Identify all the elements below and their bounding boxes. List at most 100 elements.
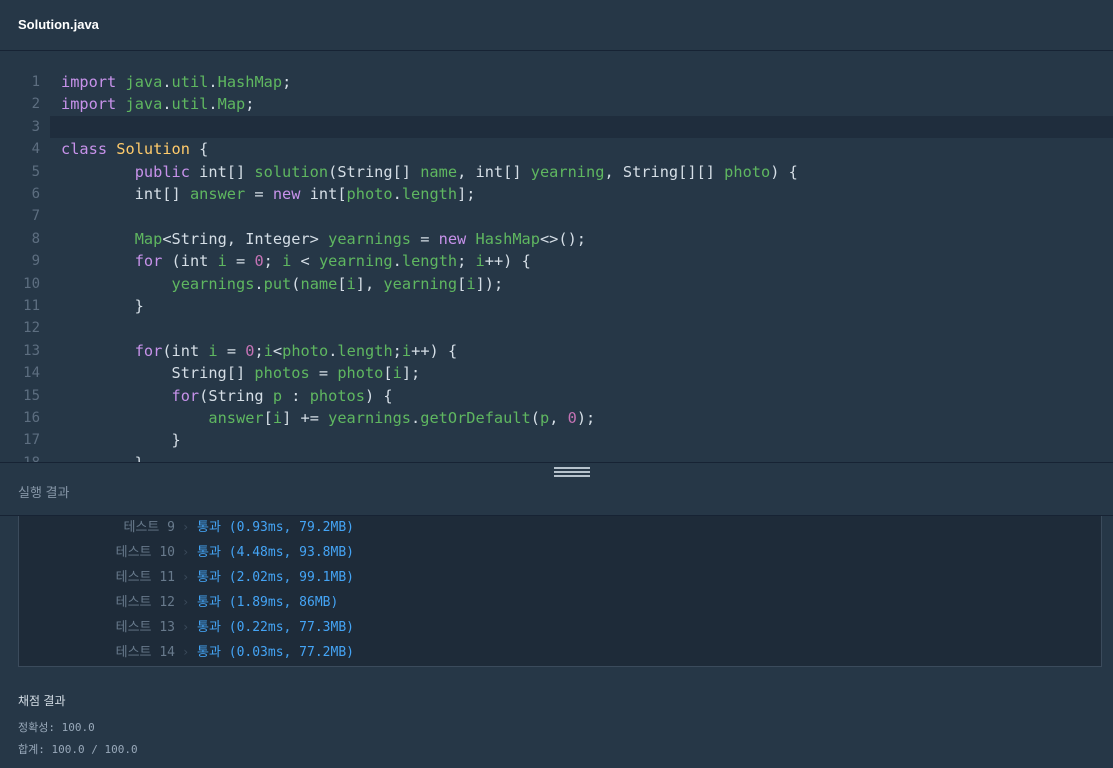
- line-number: 11: [23, 298, 40, 314]
- line-number: 5: [31, 163, 40, 180]
- code-line[interactable]: 6 int[] answer = new int[photo.length];: [0, 183, 1113, 205]
- test-result-row[interactable]: 테스트 14 › 통과 (0.03ms, 77.2MB): [19, 640, 1101, 665]
- code-token: :: [282, 386, 310, 405]
- code-token: ++) {: [484, 252, 531, 271]
- code-token: <String, Integer>: [162, 229, 329, 248]
- code-token: put: [263, 274, 292, 293]
- code-token: ],: [355, 274, 384, 293]
- code-token: i: [466, 274, 476, 293]
- code-line[interactable]: 9 for (int i = 0; i < yearning.length; i…: [0, 250, 1113, 272]
- code-token: <: [291, 252, 319, 271]
- code-token: for: [134, 341, 163, 360]
- code-line[interactable]: 16 answer[i] += yearnings.getOrDefault(p…: [0, 407, 1113, 429]
- code-text: for (int i = 0; i < yearning.length; i++…: [61, 250, 531, 272]
- code-token: <>();: [539, 229, 587, 248]
- code-token: Solution: [116, 140, 190, 159]
- code-line[interactable]: 18 }: [0, 452, 1113, 462]
- code-token: ];: [401, 364, 421, 383]
- code-token: ;: [263, 252, 283, 271]
- test-result-row[interactable]: 테스트 10 › 통과 (4.48ms, 93.8MB): [19, 540, 1101, 565]
- chevron-right-icon: ›: [182, 620, 190, 634]
- code-token: HashMap: [475, 229, 540, 248]
- code-token: for: [171, 386, 200, 405]
- code-token: i: [346, 274, 356, 293]
- line-number: 17: [23, 432, 40, 449]
- code-token: ;: [254, 341, 264, 360]
- chevron-right-icon: ›: [182, 520, 190, 534]
- test-result-row[interactable]: 테스트 13 › 통과 (0.22ms, 77.3MB): [19, 615, 1101, 640]
- test-result-value: 통과 (4.48ms, 93.8MB): [197, 545, 354, 560]
- code-token: ] +=: [282, 409, 329, 427]
- panel-resizer[interactable]: 실행 결과: [0, 462, 1113, 516]
- score-section: 채점 결과 정확성: 100.0 합계: 100.0 / 100.0: [18, 692, 138, 765]
- line-number: 3: [31, 118, 40, 135]
- code-line[interactable]: 8 Map<String, Integer> yearnings = new H…: [0, 228, 1113, 250]
- line-number: 8: [31, 230, 40, 247]
- code-line[interactable]: 11 }: [0, 295, 1113, 317]
- code-token: }: [61, 297, 144, 315]
- code-token: (int: [162, 252, 218, 271]
- code-line[interactable]: 1 import java.util.HashMap;: [0, 71, 1113, 93]
- code-token: =: [309, 364, 338, 383]
- code-token: java: [125, 73, 163, 91]
- test-result-value: 통과 (0.93ms, 79.2MB): [197, 520, 354, 535]
- code-token: HashMap: [217, 73, 283, 91]
- code-token: yearning: [383, 274, 458, 293]
- result-panel-title: 실행 결과: [18, 485, 70, 500]
- code-token: photo: [346, 185, 393, 203]
- line-number: 2: [31, 96, 40, 113]
- test-result-value: 통과 (1.89ms, 86MB): [197, 595, 339, 610]
- line-number: 16: [23, 410, 40, 426]
- test-result-row[interactable]: 테스트 11 › 통과 (2.02ms, 99.1MB): [19, 565, 1101, 590]
- code-line[interactable]: 3: [32, 115, 1113, 139]
- code-text: }: [61, 295, 144, 317]
- code-token: answer: [208, 409, 264, 427]
- code-token: solution: [254, 162, 329, 181]
- code-line[interactable]: 7: [0, 205, 1113, 227]
- code-line[interactable]: 13 for(int i = 0;i<photo.length;i++) {: [0, 340, 1113, 362]
- code-line[interactable]: 15 for(String p : photos) {: [0, 385, 1113, 407]
- chevron-right-icon: ›: [182, 545, 190, 559]
- code-token: for: [134, 252, 163, 271]
- code-token: yearning: [318, 252, 393, 271]
- code-token: ) {: [364, 386, 393, 405]
- code-token: yearning: [530, 162, 605, 181]
- code-line[interactable]: 5 public int[] solution(String[] name, i…: [0, 161, 1113, 183]
- code-token: ) {: [770, 162, 798, 181]
- code-line[interactable]: 17 }: [0, 429, 1113, 451]
- test-results-list[interactable]: 테스트 9 › 통과 (0.93ms, 79.2MB) 테스트 10 › 통과 (4.48…: [18, 516, 1102, 667]
- file-tab-title[interactable]: Solution.java: [18, 17, 99, 32]
- test-label: 테스트 14: [115, 645, 175, 660]
- resize-grip-icon[interactable]: [554, 467, 590, 477]
- code-token: new: [438, 229, 467, 248]
- code-token: import: [61, 95, 117, 114]
- code-token: i: [282, 252, 292, 271]
- test-label: 테스트 9: [123, 520, 175, 535]
- code-token: );: [576, 409, 596, 427]
- code-token: import: [61, 73, 117, 91]
- code-token: name: [420, 162, 458, 181]
- code-line[interactable]: 2 import java.util.Map;: [0, 93, 1113, 115]
- code-token: new: [272, 185, 301, 203]
- code-token: .: [392, 185, 402, 203]
- code-token: i: [475, 252, 485, 271]
- test-result-row[interactable]: 테스트 12 › 통과 (1.89ms, 86MB): [19, 590, 1101, 615]
- code-token: .: [392, 252, 402, 271]
- code-line[interactable]: 12: [0, 317, 1113, 339]
- code-line[interactable]: 14 String[] photos = photo[i];: [0, 362, 1113, 384]
- code-token: ;: [282, 73, 292, 91]
- line-number: 13: [23, 342, 40, 359]
- code-token: Map: [134, 229, 163, 248]
- code-text: answer[i] += yearnings.getOrDefault(p, 0…: [61, 407, 595, 429]
- code-token: i: [263, 341, 273, 360]
- code-token: String[]: [61, 364, 255, 383]
- code-token: 0: [567, 409, 577, 427]
- code-token: =: [245, 185, 273, 203]
- code-line[interactable]: 10 yearnings.put(name[i], yearning[i]);: [0, 273, 1113, 295]
- code-token: length: [337, 341, 393, 360]
- code-line[interactable]: 4 class Solution {: [0, 138, 1113, 160]
- test-result-row[interactable]: 테스트 9 › 통과 (0.93ms, 79.2MB): [19, 515, 1101, 540]
- code-token: ;: [245, 95, 255, 114]
- code-editor[interactable]: 1 import java.util.HashMap; 2 import java.u…: [0, 52, 1113, 462]
